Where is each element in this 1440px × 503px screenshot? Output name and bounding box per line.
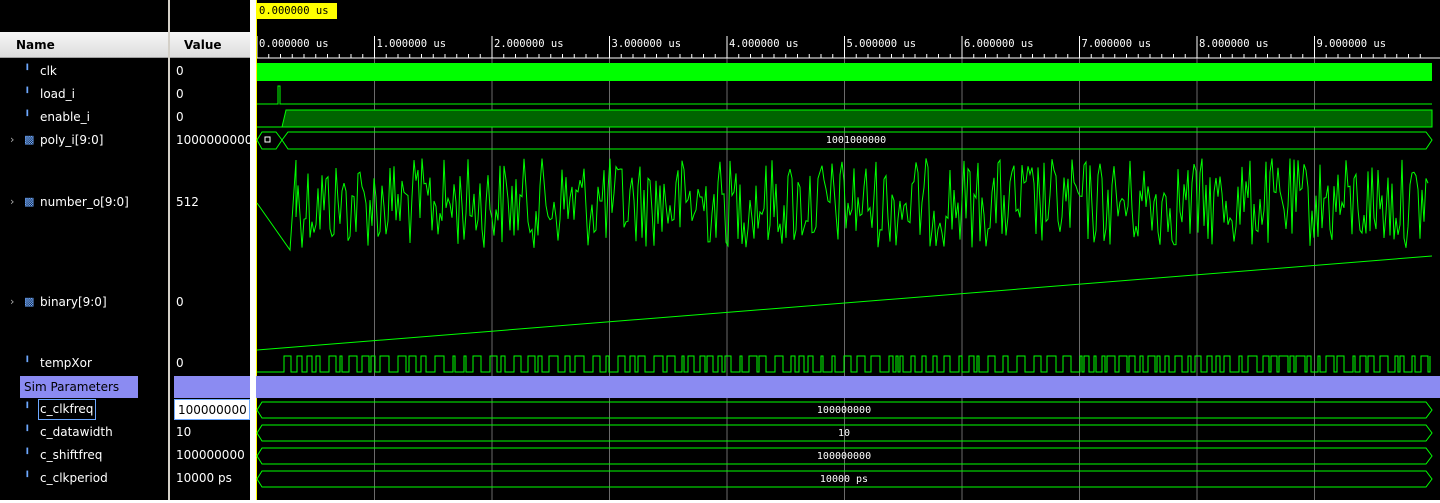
signal-name: poly_i[9:0] bbox=[40, 133, 104, 147]
time-tick-label: 4.000000 us bbox=[729, 38, 799, 50]
bus-value-label: 10 bbox=[838, 428, 850, 439]
param-row-c-datawidth[interactable]: ╹ c_datawidth bbox=[0, 422, 168, 442]
bit-signal-icon: ╹ bbox=[24, 448, 31, 461]
signal-name: tempXor bbox=[40, 356, 92, 370]
signal-value: 10 bbox=[176, 425, 192, 439]
signal-row-load-i[interactable]: ╹ load_i bbox=[0, 84, 168, 104]
time-tick-label: 3.000000 us bbox=[612, 38, 682, 50]
waveform-pane[interactable]: 0.000000 us 1.000000 us 2.000000 us 3.00000… bbox=[256, 0, 1440, 500]
signal-name: c_datawidth bbox=[40, 425, 113, 439]
wave-clk bbox=[257, 63, 1432, 81]
signal-value: 10000 ps bbox=[176, 471, 232, 485]
param-row-c-clkperiod[interactable]: ╹ c_clkperiod bbox=[0, 468, 168, 488]
group-bar bbox=[256, 376, 1440, 398]
signal-value: 100000000 bbox=[176, 448, 245, 462]
signal-value: 0 bbox=[176, 295, 184, 309]
signal-name: binary[9:0] bbox=[40, 295, 107, 309]
time-tick-label: 2.000000 us bbox=[494, 38, 564, 50]
time-tick-label: 8.000000 us bbox=[1199, 38, 1269, 50]
time-tick-label: 9.000000 us bbox=[1317, 38, 1387, 50]
wave-enable-i bbox=[257, 109, 1433, 128]
signal-value: 0 bbox=[176, 110, 184, 124]
signal-name: c_clkperiod bbox=[40, 471, 108, 485]
bit-signal-icon: ╹ bbox=[24, 110, 31, 123]
param-row-c-shiftfreq[interactable]: ╹ c_shiftfreq bbox=[0, 445, 168, 465]
signal-row-binary[interactable]: › ▩ binary[9:0] bbox=[0, 292, 168, 312]
chevron-right-icon[interactable]: › bbox=[10, 292, 14, 312]
time-tick-label: 0.000000 us bbox=[259, 38, 329, 50]
bus-value-label: 100000000 bbox=[817, 451, 871, 462]
bus-collapsed-marker bbox=[264, 136, 271, 143]
signal-row-poly-i[interactable]: › ▩ poly_i[9:0] bbox=[0, 130, 168, 150]
signal-value: 0 bbox=[176, 64, 184, 78]
signal-value: 0 bbox=[176, 356, 184, 370]
signal-value: 512 bbox=[176, 195, 199, 209]
group-value-cell bbox=[174, 376, 250, 398]
bus-value-label: 100000000 bbox=[817, 405, 871, 416]
signal-row-number-o[interactable]: › ▩ number_o[9:0] bbox=[0, 192, 168, 212]
name-column-header[interactable]: Name bbox=[0, 32, 168, 58]
bus-value-label: 1001000000 bbox=[826, 135, 886, 146]
bus-signal-icon: ▩ bbox=[24, 295, 35, 308]
signal-name: number_o[9:0] bbox=[40, 195, 129, 209]
signal-value: 0 bbox=[176, 87, 184, 101]
signal-name: c_shiftfreq bbox=[40, 448, 103, 462]
signal-name: load_i bbox=[40, 87, 75, 101]
time-tick-label: 1.000000 us bbox=[377, 38, 447, 50]
wave-number-o bbox=[256, 158, 1429, 252]
signal-name: c_clkfreq bbox=[40, 402, 94, 416]
time-tick-label: 6.000000 us bbox=[964, 38, 1034, 50]
bit-signal-icon: ╹ bbox=[24, 425, 31, 438]
bit-signal-icon: ╹ bbox=[24, 471, 31, 484]
value-column-header[interactable]: Value bbox=[170, 32, 250, 58]
signal-value-selected: 100000000 bbox=[174, 399, 250, 420]
signal-row-clk[interactable]: ╹ clk bbox=[0, 61, 168, 81]
wave-tempxor bbox=[257, 355, 1431, 373]
bit-signal-icon: ╹ bbox=[24, 402, 31, 415]
signal-value: 1000000000 bbox=[176, 133, 250, 147]
time-ruler[interactable]: 0.000000 us 1.000000 us 2.000000 us 3.00000… bbox=[256, 36, 1440, 59]
chevron-right-icon[interactable]: › bbox=[10, 130, 14, 150]
bus-value-label: 10000 ps bbox=[820, 474, 868, 485]
param-row-c-clkfreq[interactable]: ╹ c_clkfreq bbox=[0, 399, 168, 419]
bus-signal-icon: ▩ bbox=[24, 133, 35, 146]
signal-name: enable_i bbox=[40, 110, 91, 124]
bit-signal-icon: ╹ bbox=[24, 64, 31, 77]
waveform-canvas[interactable]: 0.000000 us 1.000000 us 2.000000 us 3.00000… bbox=[256, 0, 1440, 500]
bit-signal-icon: ╹ bbox=[24, 87, 31, 100]
signal-name: clk bbox=[40, 64, 57, 78]
group-row-sim-parameters[interactable]: Sim Parameters bbox=[20, 376, 138, 398]
time-tick-label: 5.000000 us bbox=[847, 38, 917, 50]
bus-signal-icon: ▩ bbox=[24, 195, 35, 208]
chevron-right-icon[interactable]: › bbox=[10, 192, 14, 212]
signal-row-tempxor[interactable]: ╹ tempXor bbox=[0, 353, 168, 373]
bit-signal-icon: ╹ bbox=[24, 356, 31, 369]
cursor-time-label: 0.000000 us bbox=[259, 5, 329, 17]
signal-row-enable-i[interactable]: ╹ enable_i bbox=[0, 107, 168, 127]
time-tick-label: 7.000000 us bbox=[1082, 38, 1152, 50]
